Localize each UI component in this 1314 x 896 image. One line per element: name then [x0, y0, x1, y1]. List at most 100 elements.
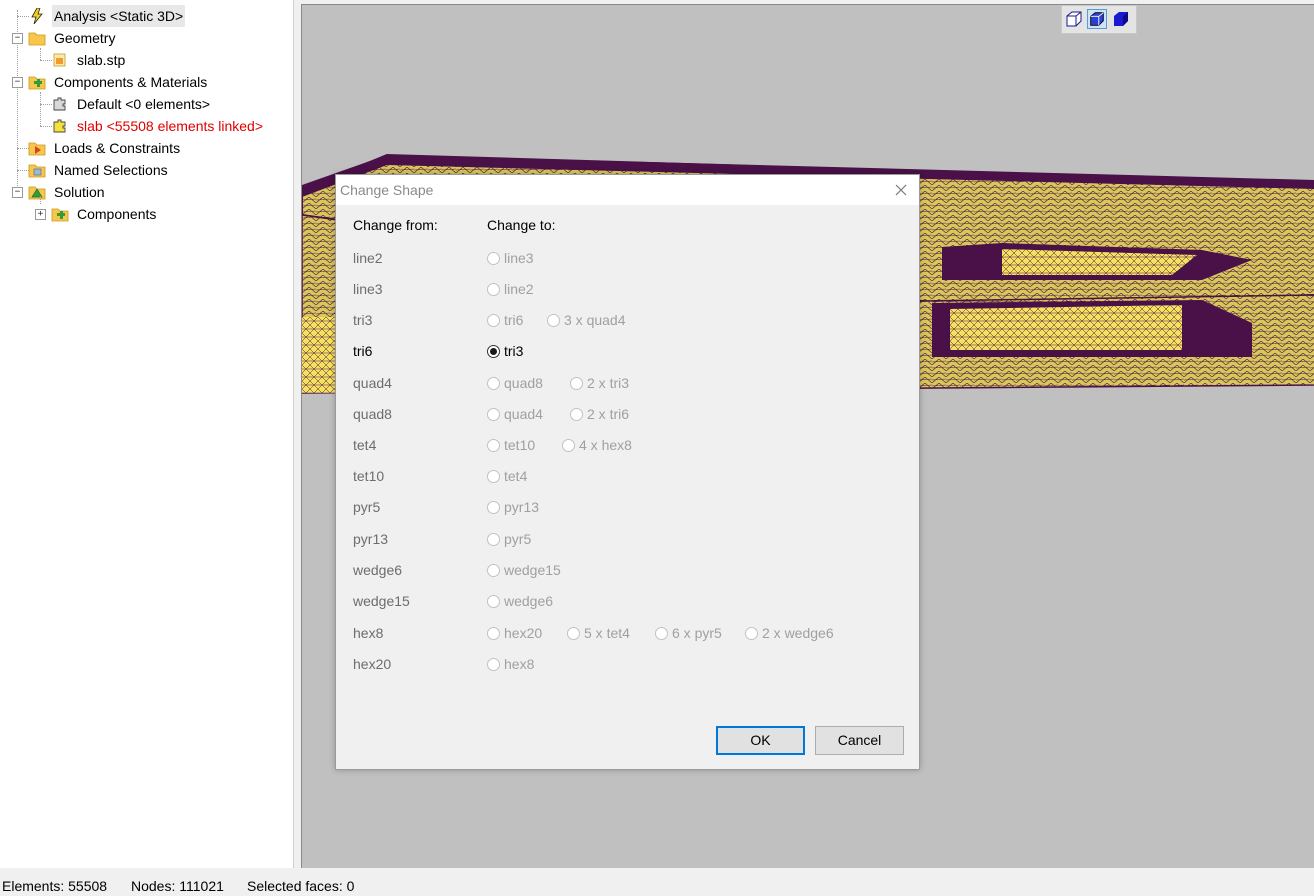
option-tri3-to-tri6: tri6 [487, 312, 523, 328]
shape-row-hex8: hex8 hex20 5 x tet4 6 x pyr5 2 x wedge6 [336, 622, 919, 646]
tree-label-components-materials: Components & Materials [54, 74, 208, 90]
puzzle-piece-gray-icon [53, 97, 66, 111]
tree-connector [40, 48, 41, 60]
status-elements: Elements: 55508 [2, 878, 108, 894]
shape-row-pyr5: pyr5 pyr13 [336, 496, 919, 520]
tree-label-analysis: Analysis <Static 3D> [52, 5, 186, 27]
radio-button [562, 439, 575, 452]
collapse-toggle-solution[interactable]: − [12, 187, 23, 198]
pocket-lower-floor [950, 305, 1182, 350]
dialog-titlebar[interactable]: Change Shape [336, 175, 919, 205]
wireframe-view-button[interactable] [1064, 9, 1084, 29]
radio-button [487, 501, 500, 514]
option-label: tet10 [504, 437, 536, 453]
tree-label-geometry-file: slab.stp [77, 52, 126, 68]
option-label: 2 x tri6 [587, 406, 630, 422]
from-label-pyr13: pyr13 [353, 531, 389, 547]
from-label-tri6: tri6 [353, 343, 373, 359]
shape-row-tri3: tri3 tri6 3 x quad4 [336, 309, 919, 333]
option-label: quad8 [504, 375, 543, 391]
from-label-tri3: tri3 [353, 312, 373, 328]
from-label-wedge15: wedge15 [353, 593, 410, 609]
option-quad8-to-quad4: quad4 [487, 406, 543, 422]
ok-button[interactable]: OK [716, 726, 805, 755]
panel-splitter[interactable] [294, 0, 301, 868]
option-pyr5-to-pyr13: pyr13 [487, 499, 539, 515]
radio-button [487, 283, 500, 296]
option-hex8-to-6-x-pyr5: 6 x pyr5 [655, 625, 722, 641]
option-line3-to-line2: line2 [487, 281, 534, 297]
radio-button [487, 564, 500, 577]
tree-connector [40, 92, 41, 126]
status-nodes: Nodes: 111021 [131, 878, 224, 894]
option-label: 2 x wedge6 [762, 625, 834, 641]
shape-row-tet10: tet10 tet4 [336, 465, 919, 489]
shape-row-tet4: tet4 tet10 4 x hex8 [336, 434, 919, 458]
from-label-line3: line3 [353, 281, 383, 297]
shaded-edges-view-button[interactable] [1087, 9, 1107, 29]
from-label-quad8: quad8 [353, 406, 392, 422]
from-label-wedge6: wedge6 [353, 562, 403, 578]
option-hex8-to-2-x-wedge6: 2 x wedge6 [745, 625, 834, 641]
shape-row-wedge15: wedge15 wedge6 [336, 590, 919, 614]
option-label: tri3 [504, 343, 524, 359]
dialog-title: Change Shape [340, 182, 434, 198]
solid-view-button[interactable] [1111, 9, 1131, 29]
option-label: 6 x pyr5 [672, 625, 722, 641]
option-label: line2 [504, 281, 534, 297]
column-header-from: Change from: [353, 217, 438, 233]
geometry-file-icon [53, 53, 66, 67]
radio-button [570, 408, 583, 421]
radio-button [487, 533, 500, 546]
from-label-pyr5: pyr5 [353, 499, 381, 515]
option-tri3-to-3-x-quad4: 3 x quad4 [547, 312, 626, 328]
radio-button [487, 377, 500, 390]
radio-button[interactable] [487, 345, 500, 358]
option-label: line3 [504, 250, 534, 266]
option-label: pyr13 [504, 499, 540, 515]
collapse-toggle-geometry[interactable]: − [12, 33, 23, 44]
option-label: tri6 [504, 312, 524, 328]
option-hex8-to-5-x-tet4: 5 x tet4 [567, 625, 630, 641]
from-label-hex20: hex20 [353, 656, 392, 672]
radio-button [487, 408, 500, 421]
option-wedge15-to-wedge6: wedge6 [487, 593, 553, 609]
cancel-button[interactable]: Cancel [815, 726, 904, 755]
tree-label-solution: Solution [54, 184, 105, 200]
option-label: 3 x quad4 [564, 312, 626, 328]
model-tree-panel[interactable]: Analysis <Static 3D> − Geometry slab.stp… [0, 0, 294, 868]
option-label: hex20 [504, 625, 543, 641]
status-selected-faces: Selected faces: 0 [247, 878, 355, 894]
option-tet4-to-4-x-hex8: 4 x hex8 [562, 437, 632, 453]
expand-toggle-solution-components[interactable]: + [35, 209, 46, 220]
change-shape-dialog: Change Shape Change from: Change to: lin… [335, 174, 920, 770]
from-label-quad4: quad4 [353, 375, 392, 391]
from-label-tet4: tet4 [353, 437, 377, 453]
radio-button [487, 439, 500, 452]
loads-folder-icon [28, 142, 46, 156]
from-label-hex8: hex8 [353, 625, 384, 641]
tree-label-solution-components: Components [77, 206, 157, 222]
from-label-line2: line2 [353, 250, 383, 266]
shape-row-line2: line2 line3 [336, 247, 919, 271]
option-quad4-to-quad8: quad8 [487, 375, 543, 391]
option-label: pyr5 [504, 531, 532, 547]
option-tri6-to-tri3[interactable]: tri3 [487, 343, 523, 359]
dialog-close-button[interactable] [889, 178, 913, 202]
from-label-tet10: tet10 [353, 468, 385, 484]
collapse-toggle-components[interactable]: − [12, 77, 23, 88]
components-folder-icon [51, 208, 69, 222]
option-label: 2 x tri3 [587, 375, 630, 391]
option-label: tet4 [504, 468, 528, 484]
shape-row-quad4: quad4 quad8 2 x tri3 [336, 372, 919, 396]
tree-label-default-component: Default <0 elements> [77, 96, 211, 112]
tree-connector [40, 196, 41, 204]
radio-button [547, 314, 560, 327]
radio-button [570, 377, 583, 390]
shape-row-tri6: tri6 tri3 [336, 340, 919, 364]
radio-button [487, 658, 500, 671]
shape-row-hex20: hex20 hex8 [336, 653, 919, 677]
left-fine-patch [302, 317, 338, 393]
tree-label-slab-component: slab <55508 elements linked> [77, 118, 264, 134]
radio-button [487, 595, 500, 608]
